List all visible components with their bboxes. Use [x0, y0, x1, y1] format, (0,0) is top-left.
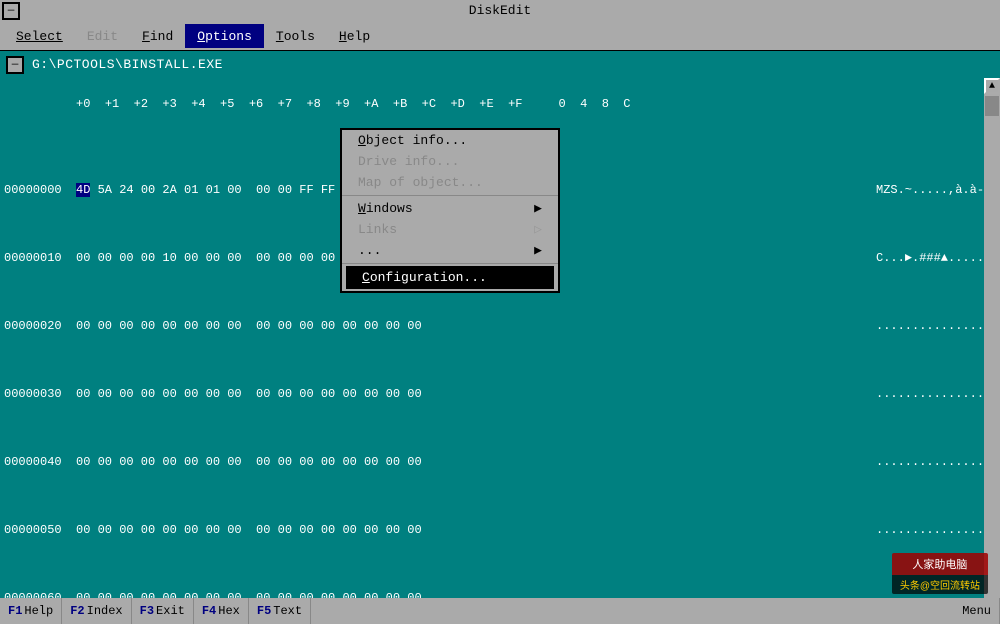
menu-help[interactable]: Help [327, 24, 382, 48]
scrollbar-up-button[interactable]: ▲ [984, 78, 1000, 94]
menu-label: Menu [962, 604, 991, 618]
fkey-f5-label: Text [273, 604, 302, 618]
file-path: G:\PCTOOLS\BINSTALL.EXE [32, 57, 223, 72]
menu-divider-1 [342, 195, 558, 196]
menu-item-map-of-object: Map of object... [342, 172, 558, 193]
options-menu: Object info... Drive info... Map of obje… [340, 128, 560, 293]
fkey-f1-label: Help [24, 604, 53, 618]
menu-item-drive-info: Drive info... [342, 151, 558, 172]
menu-item-links: Links ▷ [342, 219, 558, 240]
highlighted-byte: 4D [76, 183, 90, 197]
table-row: 00000040 00 00 00 00 00 00 00 00 00 00 0… [4, 454, 996, 471]
path-bar: — G:\PCTOOLS\BINSTALL.EXE Offset 0 Hex 0 [0, 50, 1000, 78]
table-row: 00000030 00 00 00 00 00 00 00 00 00 00 0… [4, 386, 996, 403]
menu-find[interactable]: Find [130, 24, 185, 48]
status-bar: F1 Help F2 Index F3 Exit F4 Hex F5 Text … [0, 598, 1000, 624]
table-row: 00000020 00 00 00 00 00 00 00 00 00 00 0… [4, 318, 996, 335]
menu-item-dots[interactable]: ... ▶ [342, 240, 558, 261]
scrollbar[interactable]: ▲ [984, 78, 1000, 598]
fkey-f5: F5 [257, 604, 271, 618]
menu-bar: Select Edit Find Options Tools Help [0, 22, 1000, 50]
table-row: 00000050 00 00 00 00 00 00 00 00 00 00 0… [4, 522, 996, 539]
status-f1-help[interactable]: F1 Help [0, 598, 62, 624]
fkey-f3: F3 [140, 604, 154, 618]
fkey-f3-label: Exit [156, 604, 185, 618]
menu-item-windows[interactable]: Windows ▶ [342, 198, 558, 219]
status-menu-label: Menu [954, 598, 1000, 624]
menu-item-configuration[interactable]: Configuration... [346, 266, 554, 289]
status-f5-text[interactable]: F5 Text [249, 598, 311, 624]
title-bar: — DiskEdit [0, 0, 1000, 22]
status-f2-index[interactable]: F2 Index [62, 598, 131, 624]
title-bar-close-button[interactable]: — [2, 2, 20, 20]
scrollbar-thumb[interactable] [985, 96, 999, 116]
watermark: 人家助电脑 头条@空回流转站 [892, 553, 988, 594]
column-header: +0 +1 +2 +3 +4 +5 +6 +7 +8 +9 +A +B +C +… [0, 78, 1000, 114]
menu-select[interactable]: Select [4, 24, 75, 48]
fkey-f2-label: Index [87, 604, 123, 618]
menu-edit[interactable]: Edit [75, 24, 130, 48]
app-title: DiskEdit [469, 0, 531, 22]
menu-divider-2 [342, 263, 558, 264]
fkey-f2: F2 [70, 604, 84, 618]
fkey-f4: F4 [202, 604, 216, 618]
watermark-line1: 人家助电脑 [892, 553, 988, 575]
menu-item-object-info[interactable]: Object info... [342, 130, 558, 151]
menu-tools[interactable]: Tools [264, 24, 327, 48]
fkey-f4-label: Hex [218, 604, 240, 618]
path-bar-close[interactable]: — [6, 56, 24, 74]
status-f3-exit[interactable]: F3 Exit [132, 598, 194, 624]
main-area: +0 +1 +2 +3 +4 +5 +6 +7 +8 +9 +A +B +C +… [0, 78, 1000, 598]
status-f4-hex[interactable]: F4 Hex [194, 598, 249, 624]
fkey-f1: F1 [8, 604, 22, 618]
table-row: 00000060 00 00 00 00 00 00 00 00 00 00 0… [4, 590, 996, 598]
watermark-line2: 头条@空回流转站 [892, 575, 988, 594]
menu-options[interactable]: Options [185, 24, 264, 48]
